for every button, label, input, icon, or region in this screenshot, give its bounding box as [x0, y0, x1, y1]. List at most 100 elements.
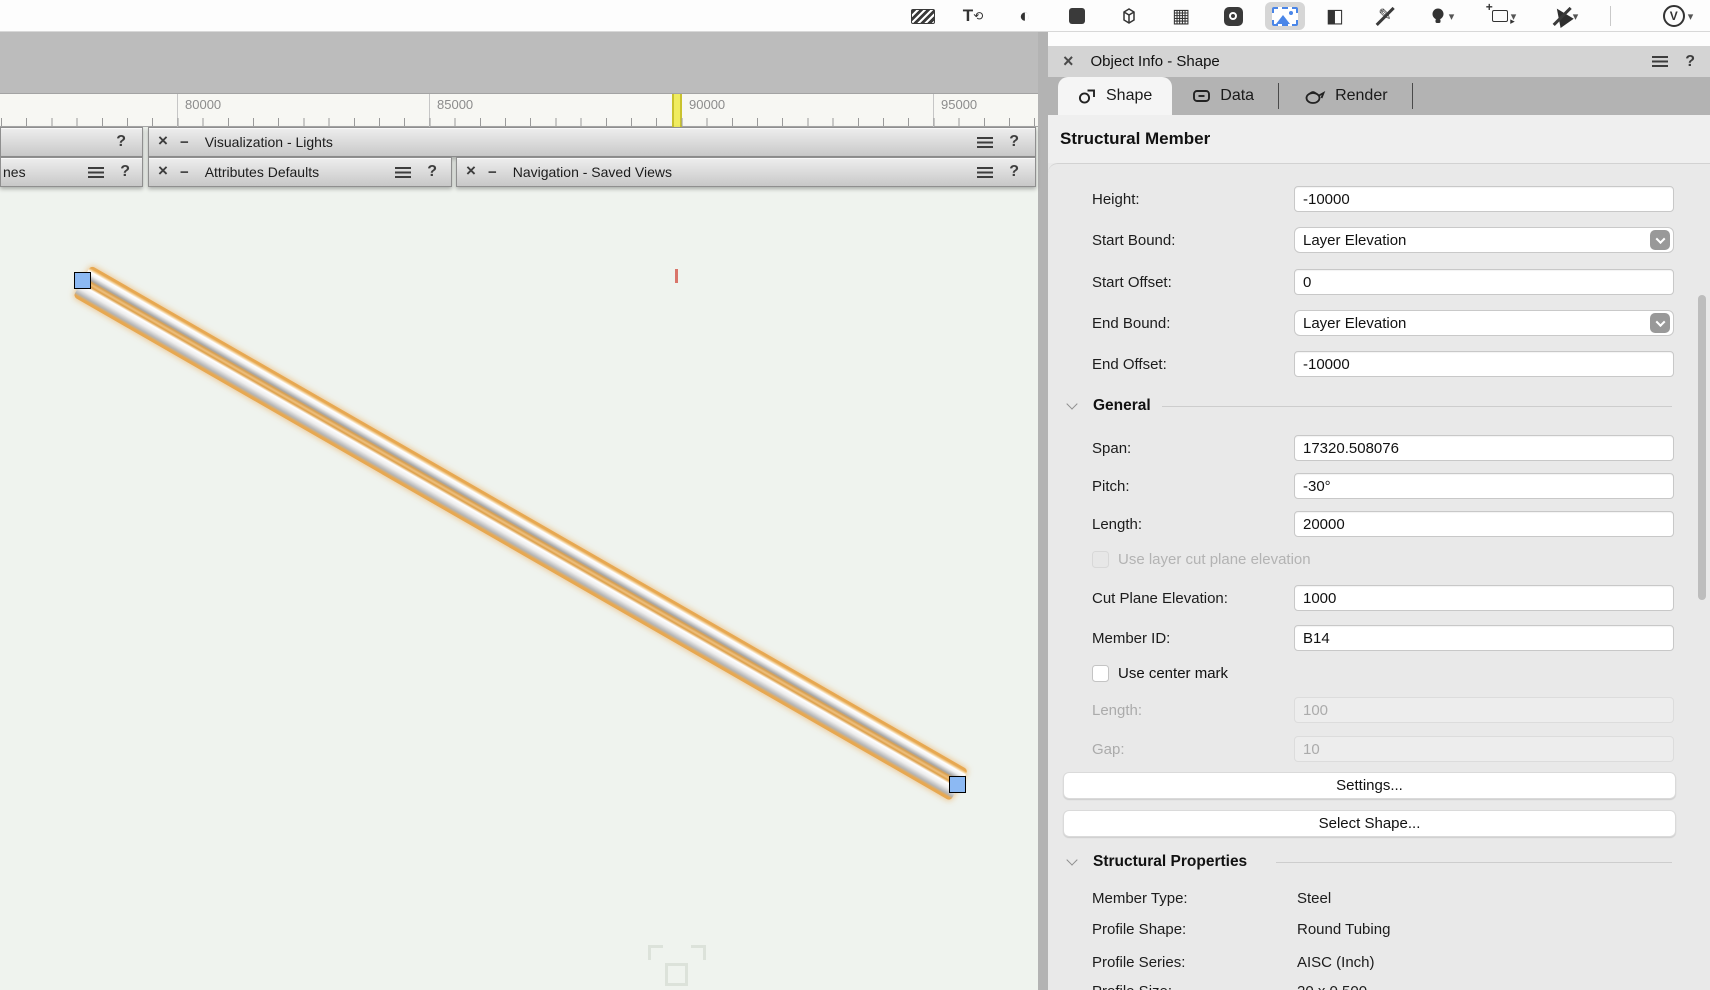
drawing-canvas[interactable] — [0, 127, 1038, 990]
chevron-down-icon[interactable] — [1650, 313, 1670, 333]
structural-properties-section-header[interactable]: Structural Properties — [1048, 851, 1710, 873]
end-bound-select[interactable]: Layer Elevation — [1294, 310, 1674, 336]
new-object-icon[interactable]: ▾ — [1477, 2, 1531, 30]
cut-plane-elevation-label: Cut Plane Elevation: — [1092, 590, 1228, 607]
close-icon[interactable]: × — [1063, 51, 1074, 72]
select-shape-button[interactable]: Select Shape... — [1063, 810, 1676, 837]
end-offset-input[interactable] — [1294, 351, 1674, 377]
settings-button[interactable]: Settings... — [1063, 772, 1676, 799]
collapse-chevron-icon[interactable] — [1068, 404, 1076, 408]
text-rotate-icon[interactable]: T⟲ — [953, 2, 993, 30]
close-icon[interactable]: × — [158, 161, 168, 181]
palette-visualization-lights[interactable]: × − Visualization - Lights ? — [148, 127, 1036, 157]
panel-divider[interactable] — [1038, 32, 1048, 990]
end-offset-label: End Offset: — [1092, 356, 1167, 373]
page-center-mark — [665, 963, 688, 986]
minimize-icon[interactable]: − — [488, 164, 497, 181]
start-offset-label: Start Offset: — [1092, 274, 1172, 291]
chevron-down-icon[interactable] — [1650, 230, 1670, 250]
image-effects-icon[interactable] — [1263, 2, 1307, 30]
object-info-panel: × Object Info - Shape ? Shape Data Rende… — [1048, 32, 1710, 990]
page-corner-mark-left — [648, 945, 663, 960]
snap-marker — [675, 269, 678, 283]
record-icon[interactable] — [1213, 2, 1253, 30]
hatch-tool-icon[interactable] — [903, 2, 943, 30]
start-bound-label: Start Bound: — [1092, 232, 1175, 249]
center-gap-label: Gap: — [1092, 741, 1125, 758]
palette-fragment-row1[interactable]: ? — [0, 127, 143, 157]
member-type-value: Steel — [1297, 890, 1331, 907]
selection-tool-icon[interactable]: ▾ — [1539, 2, 1593, 30]
general-section-header[interactable]: General — [1048, 395, 1710, 417]
help-icon[interactable]: ? — [427, 163, 437, 181]
use-center-mark-checkbox[interactable] — [1092, 665, 1109, 682]
collapse-chevron-icon[interactable] — [1068, 860, 1076, 864]
ruler-ticks — [1, 118, 1038, 126]
help-icon[interactable]: ? — [1009, 133, 1019, 151]
panel-scroll-area: Height: Start Bound: Layer Elevation Sta… — [1048, 163, 1710, 990]
center-gap-input — [1294, 736, 1674, 762]
profile-size-value: 20 x 0.500 — [1297, 983, 1367, 990]
drawing-chrome-band — [0, 32, 1038, 94]
cut-plane-elevation-input[interactable] — [1294, 585, 1674, 611]
pitch-input[interactable] — [1294, 473, 1674, 499]
object-info-titlebar[interactable]: × Object Info - Shape ? — [1048, 46, 1710, 77]
structural-member-beam[interactable] — [73, 265, 968, 801]
palette-title: Visualization - Lights — [205, 134, 333, 150]
menu-icon[interactable] — [977, 167, 993, 178]
start-offset-input[interactable] — [1294, 269, 1674, 295]
length-input[interactable] — [1294, 511, 1674, 537]
help-icon[interactable]: ? — [1009, 163, 1019, 181]
render-teapot-icon — [1303, 87, 1326, 105]
tab-render[interactable]: Render — [1283, 77, 1407, 115]
layout-panes-icon[interactable]: ◧ — [1315, 2, 1355, 30]
member-id-input[interactable] — [1294, 625, 1674, 651]
help-icon[interactable]: ? — [116, 133, 126, 151]
menu-icon[interactable] — [1652, 56, 1668, 67]
member-type-label: Member Type: — [1092, 890, 1188, 907]
pitch-label: Pitch: — [1092, 478, 1130, 495]
span-input[interactable] — [1294, 435, 1674, 461]
palette-fragment-row2[interactable]: nes ? — [0, 157, 143, 187]
minimize-icon[interactable]: − — [180, 134, 189, 151]
help-icon[interactable]: ? — [1685, 53, 1695, 71]
shape-icon — [1078, 87, 1097, 105]
close-icon[interactable]: × — [158, 131, 168, 151]
tab-data[interactable]: Data — [1172, 77, 1274, 115]
ruler-label: 85000 — [437, 97, 473, 112]
use-center-mark-label: Use center mark — [1118, 665, 1228, 682]
center-length-input — [1294, 697, 1674, 723]
horizontal-ruler: 80000 85000 90000 95000 — [0, 94, 1038, 127]
panel-title: Object Info - Shape — [1091, 53, 1220, 70]
light-tool-icon[interactable]: ▾ — [1415, 2, 1469, 30]
menu-icon[interactable] — [88, 167, 104, 178]
grid-frame-icon[interactable]: ▦ — [1161, 2, 1201, 30]
palette-navigation-saved-views[interactable]: × − Navigation - Saved Views ? — [456, 157, 1036, 187]
selection-handle-end[interactable] — [949, 776, 966, 793]
selection-handle-start[interactable] — [74, 272, 91, 289]
panel-section-title: Structural Member — [1048, 115, 1710, 163]
tab-shape[interactable]: Shape — [1058, 77, 1172, 115]
contrast-icon[interactable]: ◐ — [1005, 2, 1045, 30]
minimize-icon[interactable]: − — [180, 164, 189, 181]
height-input[interactable] — [1294, 186, 1674, 212]
extrude-box-icon[interactable] — [1109, 2, 1149, 30]
use-layer-cut-plane-label: Use layer cut plane elevation — [1118, 551, 1311, 568]
filled-square-icon[interactable] — [1057, 2, 1097, 30]
vectorworks-cloud-icon[interactable]: V▾ — [1652, 2, 1704, 30]
palette-attributes-defaults[interactable]: × − Attributes Defaults ? — [148, 157, 452, 187]
menu-icon[interactable] — [395, 167, 411, 178]
start-bound-select[interactable]: Layer Elevation — [1294, 227, 1674, 253]
help-icon[interactable]: ? — [120, 163, 130, 181]
center-length-label: Length: — [1092, 702, 1142, 719]
profile-shape-label: Profile Shape: — [1092, 921, 1186, 938]
page-corner-mark-right — [691, 945, 706, 960]
no-pen-icon[interactable]: ✎ — [1365, 2, 1405, 30]
palette-title-fragment: nes — [3, 164, 26, 180]
data-icon — [1192, 87, 1211, 105]
close-icon[interactable]: × — [466, 161, 476, 181]
palette-title: Attributes Defaults — [205, 164, 319, 180]
scrollbar-thumb[interactable] — [1698, 295, 1706, 600]
profile-size-label: Profile Size: — [1092, 983, 1172, 990]
menu-icon[interactable] — [977, 137, 993, 148]
